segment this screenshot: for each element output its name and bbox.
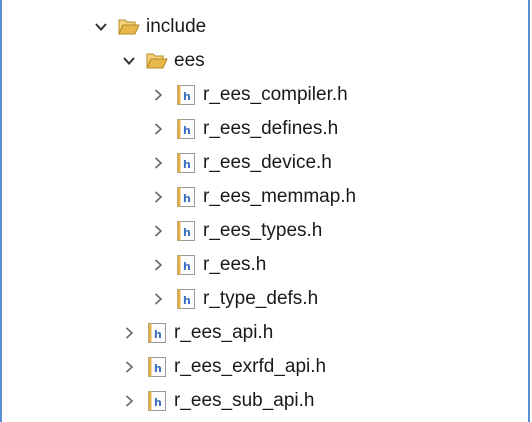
tree-node-label: r_ees_api.h (174, 322, 274, 343)
svg-text:h: h (183, 124, 191, 137)
tree-node-label: r_ees_exrfd_api.h (174, 356, 327, 377)
svg-text:h: h (183, 260, 191, 273)
tree-node-label: r_ees_device.h (203, 152, 332, 173)
tree-node-file[interactable]: h r_ees_memmap.h (147, 180, 356, 214)
chevron-right-icon[interactable] (147, 214, 169, 248)
tree-node-file[interactable]: h r_ees_api.h (118, 316, 273, 350)
svg-text:h: h (183, 90, 191, 103)
chevron-down-icon[interactable] (90, 10, 112, 44)
tree-node-file[interactable]: h r_ees.h (147, 248, 266, 282)
tree-node-file[interactable]: h r_ees_exrfd_api.h (118, 350, 326, 384)
header-file-icon: h (175, 118, 197, 140)
svg-text:h: h (183, 226, 191, 239)
chevron-right-icon[interactable] (118, 350, 140, 384)
chevron-right-icon[interactable] (147, 78, 169, 112)
header-file-icon: h (175, 152, 197, 174)
folder-open-icon (146, 50, 168, 72)
tree-node-label: r_type_defs.h (203, 288, 319, 309)
tree-node-label: include (146, 16, 207, 37)
chevron-right-icon[interactable] (147, 146, 169, 180)
tree-node-ees[interactable]: ees (118, 44, 205, 78)
chevron-right-icon[interactable] (147, 180, 169, 214)
svg-text:h: h (183, 158, 191, 171)
svg-text:h: h (183, 192, 191, 205)
tree-node-label: r_ees_compiler.h (203, 84, 348, 105)
svg-text:h: h (183, 294, 191, 307)
header-file-icon: h (175, 220, 197, 242)
tree-node-file[interactable]: h r_ees_device.h (147, 146, 332, 180)
tree-node-include[interactable]: include (90, 10, 206, 44)
svg-text:h: h (154, 328, 162, 341)
chevron-right-icon[interactable] (147, 282, 169, 316)
header-file-icon: h (175, 288, 197, 310)
tree-node-file[interactable]: h r_ees_sub_api.h (118, 384, 315, 418)
chevron-right-icon[interactable] (147, 112, 169, 146)
project-explorer-panel: include ees h r_ees_compiler.h h r_ees_d… (0, 0, 530, 422)
chevron-down-icon[interactable] (118, 44, 140, 78)
tree-node-label: r_ees_types.h (203, 220, 323, 241)
header-file-icon: h (146, 390, 168, 412)
tree-node-label: r_ees_defines.h (203, 118, 339, 139)
svg-text:h: h (154, 396, 162, 409)
tree-node-label: ees (174, 50, 205, 71)
tree-node-file[interactable]: h r_ees_compiler.h (147, 78, 348, 112)
tree-node-file[interactable]: h r_ees_types.h (147, 214, 322, 248)
header-file-icon: h (146, 356, 168, 378)
header-file-icon: h (146, 322, 168, 344)
chevron-right-icon[interactable] (118, 316, 140, 350)
chevron-right-icon[interactable] (147, 248, 169, 282)
folder-open-icon (118, 16, 140, 38)
tree-node-label: r_ees.h (203, 254, 267, 275)
chevron-right-icon[interactable] (118, 384, 140, 418)
tree-node-file[interactable]: h r_ees_defines.h (147, 112, 338, 146)
svg-text:h: h (154, 362, 162, 375)
tree-node-label: r_ees_memmap.h (203, 186, 357, 207)
header-file-icon: h (175, 186, 197, 208)
header-file-icon: h (175, 254, 197, 276)
tree-node-label: r_ees_sub_api.h (174, 390, 315, 411)
tree-node-file[interactable]: h r_type_defs.h (147, 282, 318, 316)
header-file-icon: h (175, 84, 197, 106)
